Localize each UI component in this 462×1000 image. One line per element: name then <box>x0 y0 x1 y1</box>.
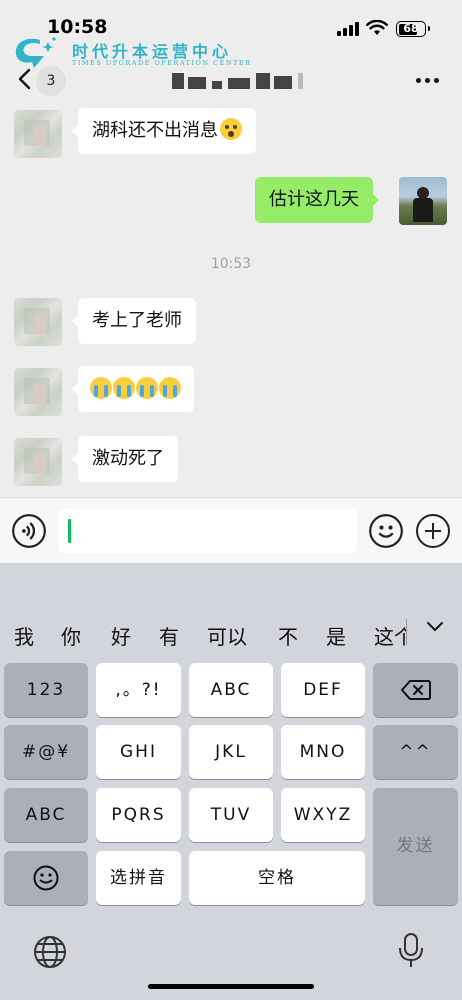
chat-nav-bar: 3 <box>0 58 462 102</box>
message-text: 激动死了 <box>92 448 164 469</box>
key-wxyz[interactable]: WXYZ <box>281 788 365 842</box>
loudly-crying-face-emoji-icon <box>90 377 112 399</box>
flushed-face-emoji-icon <box>220 118 242 140</box>
key-send[interactable]: 发送 <box>373 788 458 905</box>
key-emoji[interactable] <box>4 851 88 905</box>
candidate-word[interactable]: 这个 <box>374 621 406 650</box>
key-jkl[interactable]: JKL <box>189 725 273 779</box>
message-bubble[interactable]: 湖科还不出消息 <box>72 108 256 154</box>
contact-avatar[interactable] <box>14 438 62 486</box>
chat-message-list[interactable]: 湖科还不出消息 估计这几天 10:53 考上了老师 激动死了 <box>0 102 462 497</box>
message-text: 考上了老师 <box>92 310 182 331</box>
back-chevron-icon[interactable] <box>14 68 36 90</box>
key-def[interactable]: DEF <box>281 663 365 717</box>
message-bubble[interactable]: 激动死了 <box>72 436 178 482</box>
key-punctuation[interactable]: ,。?! <box>96 663 181 717</box>
message-bubble[interactable] <box>72 366 194 412</box>
candidate-word[interactable]: 我 <box>14 621 34 650</box>
candidate-word[interactable]: 你 <box>61 621 81 650</box>
candidate-word[interactable]: 不 <box>278 621 298 650</box>
battery-level: 68 <box>403 22 419 35</box>
key-numbers[interactable]: 123 <box>4 663 88 717</box>
key-select-pinyin[interactable]: 选拼音 <box>96 851 181 905</box>
emoji-icon[interactable] <box>369 514 403 548</box>
home-indicator <box>148 984 314 989</box>
candidate-bar: 我 你 好 有 可以 不 是 这个 <box>0 613 462 653</box>
contact-avatar[interactable] <box>14 110 62 158</box>
more-functions-plus-icon[interactable] <box>416 514 450 548</box>
message-text: 估计这几天 <box>269 189 359 210</box>
chat-input-bar <box>0 497 462 563</box>
unread-count-badge[interactable]: 3 <box>36 66 66 96</box>
message-timestamp: 10:53 <box>210 256 252 272</box>
key-pqrs[interactable]: PQRS <box>96 788 181 842</box>
candidate-word[interactable]: 好 <box>111 621 131 650</box>
battery-icon: 68 <box>396 21 430 37</box>
loudly-crying-face-emoji-icon <box>136 377 158 399</box>
message-bubble-self[interactable]: 估计这几天 <box>255 177 379 223</box>
key-abc-switch[interactable]: ABC <box>4 788 88 842</box>
key-mno[interactable]: MNO <box>281 725 365 779</box>
key-tuv[interactable]: TUV <box>189 788 273 842</box>
message-bubble[interactable]: 考上了老师 <box>72 298 196 344</box>
candidate-word[interactable]: 可以 <box>207 621 247 650</box>
loudly-crying-face-emoji-icon <box>113 377 135 399</box>
chat-title-redacted <box>172 73 308 89</box>
contact-avatar[interactable] <box>14 298 62 346</box>
more-options-icon[interactable] <box>416 78 440 84</box>
key-abc[interactable]: ABC <box>189 663 273 717</box>
key-symbols[interactable]: #@¥ <box>4 725 88 779</box>
microphone-icon[interactable] <box>398 933 424 969</box>
key-ghi[interactable]: GHI <box>96 725 181 779</box>
loudly-crying-face-emoji-icon <box>159 377 181 399</box>
candidate-divider <box>406 619 407 645</box>
candidate-word[interactable]: 是 <box>326 621 346 650</box>
emoji-icon <box>33 865 59 891</box>
chevron-down-icon[interactable] <box>425 617 445 637</box>
key-backspace[interactable] <box>373 663 458 717</box>
wifi-icon <box>366 20 388 35</box>
message-input[interactable] <box>58 509 357 553</box>
contact-avatar[interactable] <box>14 368 62 416</box>
message-text: 湖科还不出消息 <box>92 120 218 141</box>
globe-icon[interactable] <box>33 935 67 969</box>
self-avatar[interactable] <box>399 177 447 225</box>
ime-keyboard: 我 你 好 有 可以 不 是 这个 123 ,。?! ABC DEF #@¥ G… <box>0 563 462 1000</box>
voice-input-icon[interactable] <box>12 514 46 548</box>
backspace-icon <box>401 680 431 700</box>
key-emoticon[interactable]: ^^ <box>373 725 458 779</box>
signal-icon <box>337 22 361 36</box>
text-caret <box>68 519 71 543</box>
candidate-word[interactable]: 有 <box>159 621 179 650</box>
key-space[interactable]: 空格 <box>189 851 365 905</box>
